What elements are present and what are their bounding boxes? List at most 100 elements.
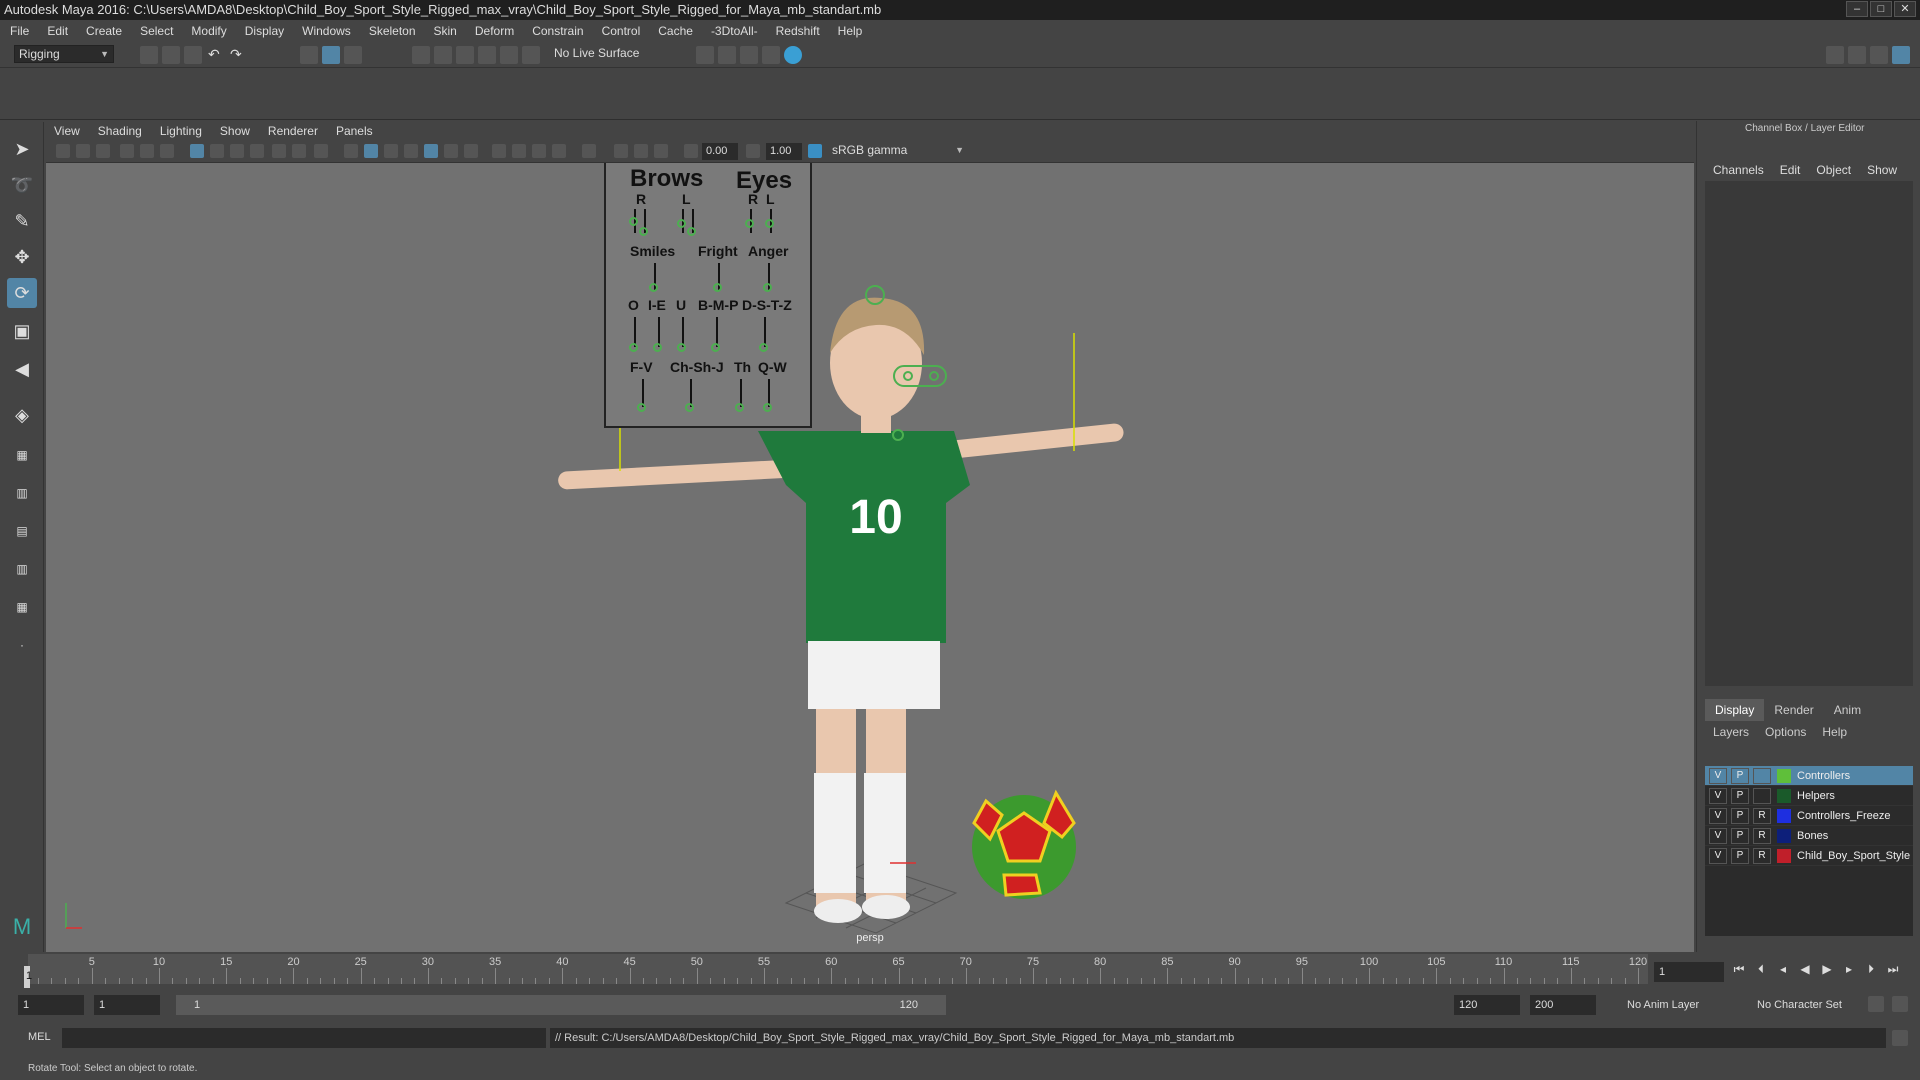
use-all-lights-icon[interactable] xyxy=(444,144,458,158)
depth-of-field-icon[interactable] xyxy=(552,144,566,158)
redo-icon[interactable]: ↷ xyxy=(230,46,248,64)
layer-playback-toggle[interactable]: P xyxy=(1731,767,1749,784)
anim-layer-dropdown[interactable]: No Anim Layer xyxy=(1622,995,1734,1015)
menu-display[interactable]: Display xyxy=(245,24,284,38)
single-perspective-icon[interactable]: ◈ xyxy=(7,400,37,430)
knob-anger[interactable] xyxy=(763,283,772,292)
layer-display-type[interactable] xyxy=(1753,767,1771,784)
tool-settings-icon[interactable] xyxy=(1870,46,1888,64)
lasso-tool-icon[interactable]: ➰ xyxy=(7,170,37,200)
grease-pencil-icon[interactable] xyxy=(160,144,174,158)
snap-surface-icon[interactable] xyxy=(500,46,518,64)
menu-cache[interactable]: Cache xyxy=(658,24,693,38)
layer-color-swatch[interactable] xyxy=(1777,848,1791,863)
maximize-button[interactable]: □ xyxy=(1870,1,1892,17)
menu-modify[interactable]: Modify xyxy=(191,24,226,38)
step-back-frame-icon[interactable]: ⏴ xyxy=(1752,960,1770,978)
menu-skin[interactable]: Skin xyxy=(434,24,457,38)
layer-display-type[interactable]: R xyxy=(1753,847,1771,864)
knob-chshj[interactable] xyxy=(685,403,694,412)
current-frame-field[interactable]: 1 xyxy=(1654,962,1724,982)
snap-curve-icon[interactable] xyxy=(434,46,452,64)
channel-menu-edit[interactable]: Edit xyxy=(1780,163,1801,177)
script-editor-icon[interactable] xyxy=(1892,1030,1908,1046)
knob-brow-r[interactable] xyxy=(629,217,638,226)
layer-row[interactable]: V P R Child_Boy_Sport_Style xyxy=(1705,846,1913,866)
channel-box-area[interactable] xyxy=(1705,181,1913,686)
default-material-icon[interactable] xyxy=(384,144,398,158)
knob-ie[interactable] xyxy=(653,343,662,352)
select-hierarchy-icon[interactable] xyxy=(300,46,318,64)
render-frame-icon[interactable] xyxy=(718,46,736,64)
select-component-icon[interactable] xyxy=(344,46,362,64)
character-set-dropdown[interactable]: No Character Set xyxy=(1752,995,1864,1015)
layer-row[interactable]: V P Helpers xyxy=(1705,786,1913,806)
minimize-button[interactable]: – xyxy=(1846,1,1868,17)
layer-display-type[interactable]: R xyxy=(1753,827,1771,844)
menu-help[interactable]: Help xyxy=(838,24,863,38)
viewport-persp[interactable]: 10 Brows Eyes R L R L Smiles Fright Ange… xyxy=(46,163,1694,952)
persp-hypershade-icon[interactable]: ▥ xyxy=(7,554,37,584)
camera-lock-icon[interactable] xyxy=(76,144,90,158)
xray-joints-icon[interactable] xyxy=(634,144,648,158)
multisample-aa-icon[interactable] xyxy=(532,144,546,158)
layer-color-swatch[interactable] xyxy=(1777,788,1791,803)
undo-icon[interactable]: ↶ xyxy=(208,46,226,64)
layer-display-type[interactable] xyxy=(1753,787,1771,804)
move-tool-icon[interactable]: ✥ xyxy=(7,242,37,272)
tab-display[interactable]: Display xyxy=(1705,699,1765,721)
layer-color-swatch[interactable] xyxy=(1777,828,1791,843)
range-slider-bar[interactable]: 1 120 xyxy=(176,995,946,1015)
new-scene-icon[interactable] xyxy=(140,46,158,64)
knob-fv[interactable] xyxy=(637,403,646,412)
persp-outliner-icon[interactable]: ▥ xyxy=(7,478,37,508)
layer-row[interactable]: V P Controllers xyxy=(1705,766,1913,786)
safe-title-icon[interactable] xyxy=(314,144,328,158)
time-slider[interactable]: 5 10 15 20 25 30 35 40 45 50 55 60 65 70 75 80 85 90 95 100… xyxy=(0,952,1920,988)
hypershade-icon[interactable] xyxy=(762,46,780,64)
snap-vertex-icon[interactable] xyxy=(522,46,540,64)
shadows-icon[interactable] xyxy=(464,144,478,158)
modeling-toolkit-icon[interactable] xyxy=(1826,46,1844,64)
knob-smiles[interactable] xyxy=(649,283,658,292)
gamma-field[interactable]: 1.00 xyxy=(766,143,802,160)
exposure-icon[interactable] xyxy=(684,144,698,158)
film-gate-icon[interactable] xyxy=(210,144,224,158)
channel-menu-object[interactable]: Object xyxy=(1816,163,1851,177)
outliner-layout-icon[interactable]: ▦ xyxy=(7,592,37,622)
viewport-menu-shading[interactable]: Shading xyxy=(98,124,142,138)
paint-select-icon[interactable]: ✎ xyxy=(7,206,37,236)
layer-playback-toggle[interactable]: P xyxy=(1731,847,1749,864)
xray-components-icon[interactable] xyxy=(654,144,668,158)
gate-mask-icon[interactable] xyxy=(250,144,264,158)
attribute-editor-icon[interactable] xyxy=(1848,46,1866,64)
knob-brow-l2[interactable] xyxy=(687,227,696,236)
close-button[interactable]: ✕ xyxy=(1894,1,1916,17)
motion-blur-icon[interactable] xyxy=(512,144,526,158)
select-tool-icon[interactable]: ➤ xyxy=(7,134,37,164)
menu-windows[interactable]: Windows xyxy=(302,24,351,38)
save-scene-icon[interactable] xyxy=(184,46,202,64)
knob-dstz[interactable] xyxy=(759,343,768,352)
layer-playback-toggle[interactable]: P xyxy=(1731,827,1749,844)
viewport-menu-lighting[interactable]: Lighting xyxy=(160,124,202,138)
menu-3dtoall[interactable]: -3DtoAll- xyxy=(711,24,758,38)
layer-color-swatch[interactable] xyxy=(1777,768,1791,783)
layer-row[interactable]: V P R Controllers_Freeze xyxy=(1705,806,1913,826)
exposure-field[interactable]: 0.00 xyxy=(702,143,738,160)
scale-tool-icon[interactable]: ▣ xyxy=(7,316,37,346)
snap-view-icon[interactable] xyxy=(478,46,496,64)
resolution-gate-icon[interactable] xyxy=(230,144,244,158)
menu-control[interactable]: Control xyxy=(602,24,641,38)
knob-eye-l[interactable] xyxy=(765,219,774,228)
knob-fright[interactable] xyxy=(713,283,722,292)
menu-redshift[interactable]: Redshift xyxy=(776,24,820,38)
menuset-dropdown[interactable]: Rigging ▼ xyxy=(14,45,114,63)
field-chart-icon[interactable] xyxy=(272,144,286,158)
live-surface-field[interactable]: No Live Surface xyxy=(550,45,646,63)
screen-space-ao-icon[interactable] xyxy=(492,144,506,158)
layer-menu-help[interactable]: Help xyxy=(1822,725,1847,739)
textured-icon[interactable] xyxy=(424,144,438,158)
bookmark-icon[interactable] xyxy=(96,144,110,158)
xray-icon[interactable] xyxy=(614,144,628,158)
